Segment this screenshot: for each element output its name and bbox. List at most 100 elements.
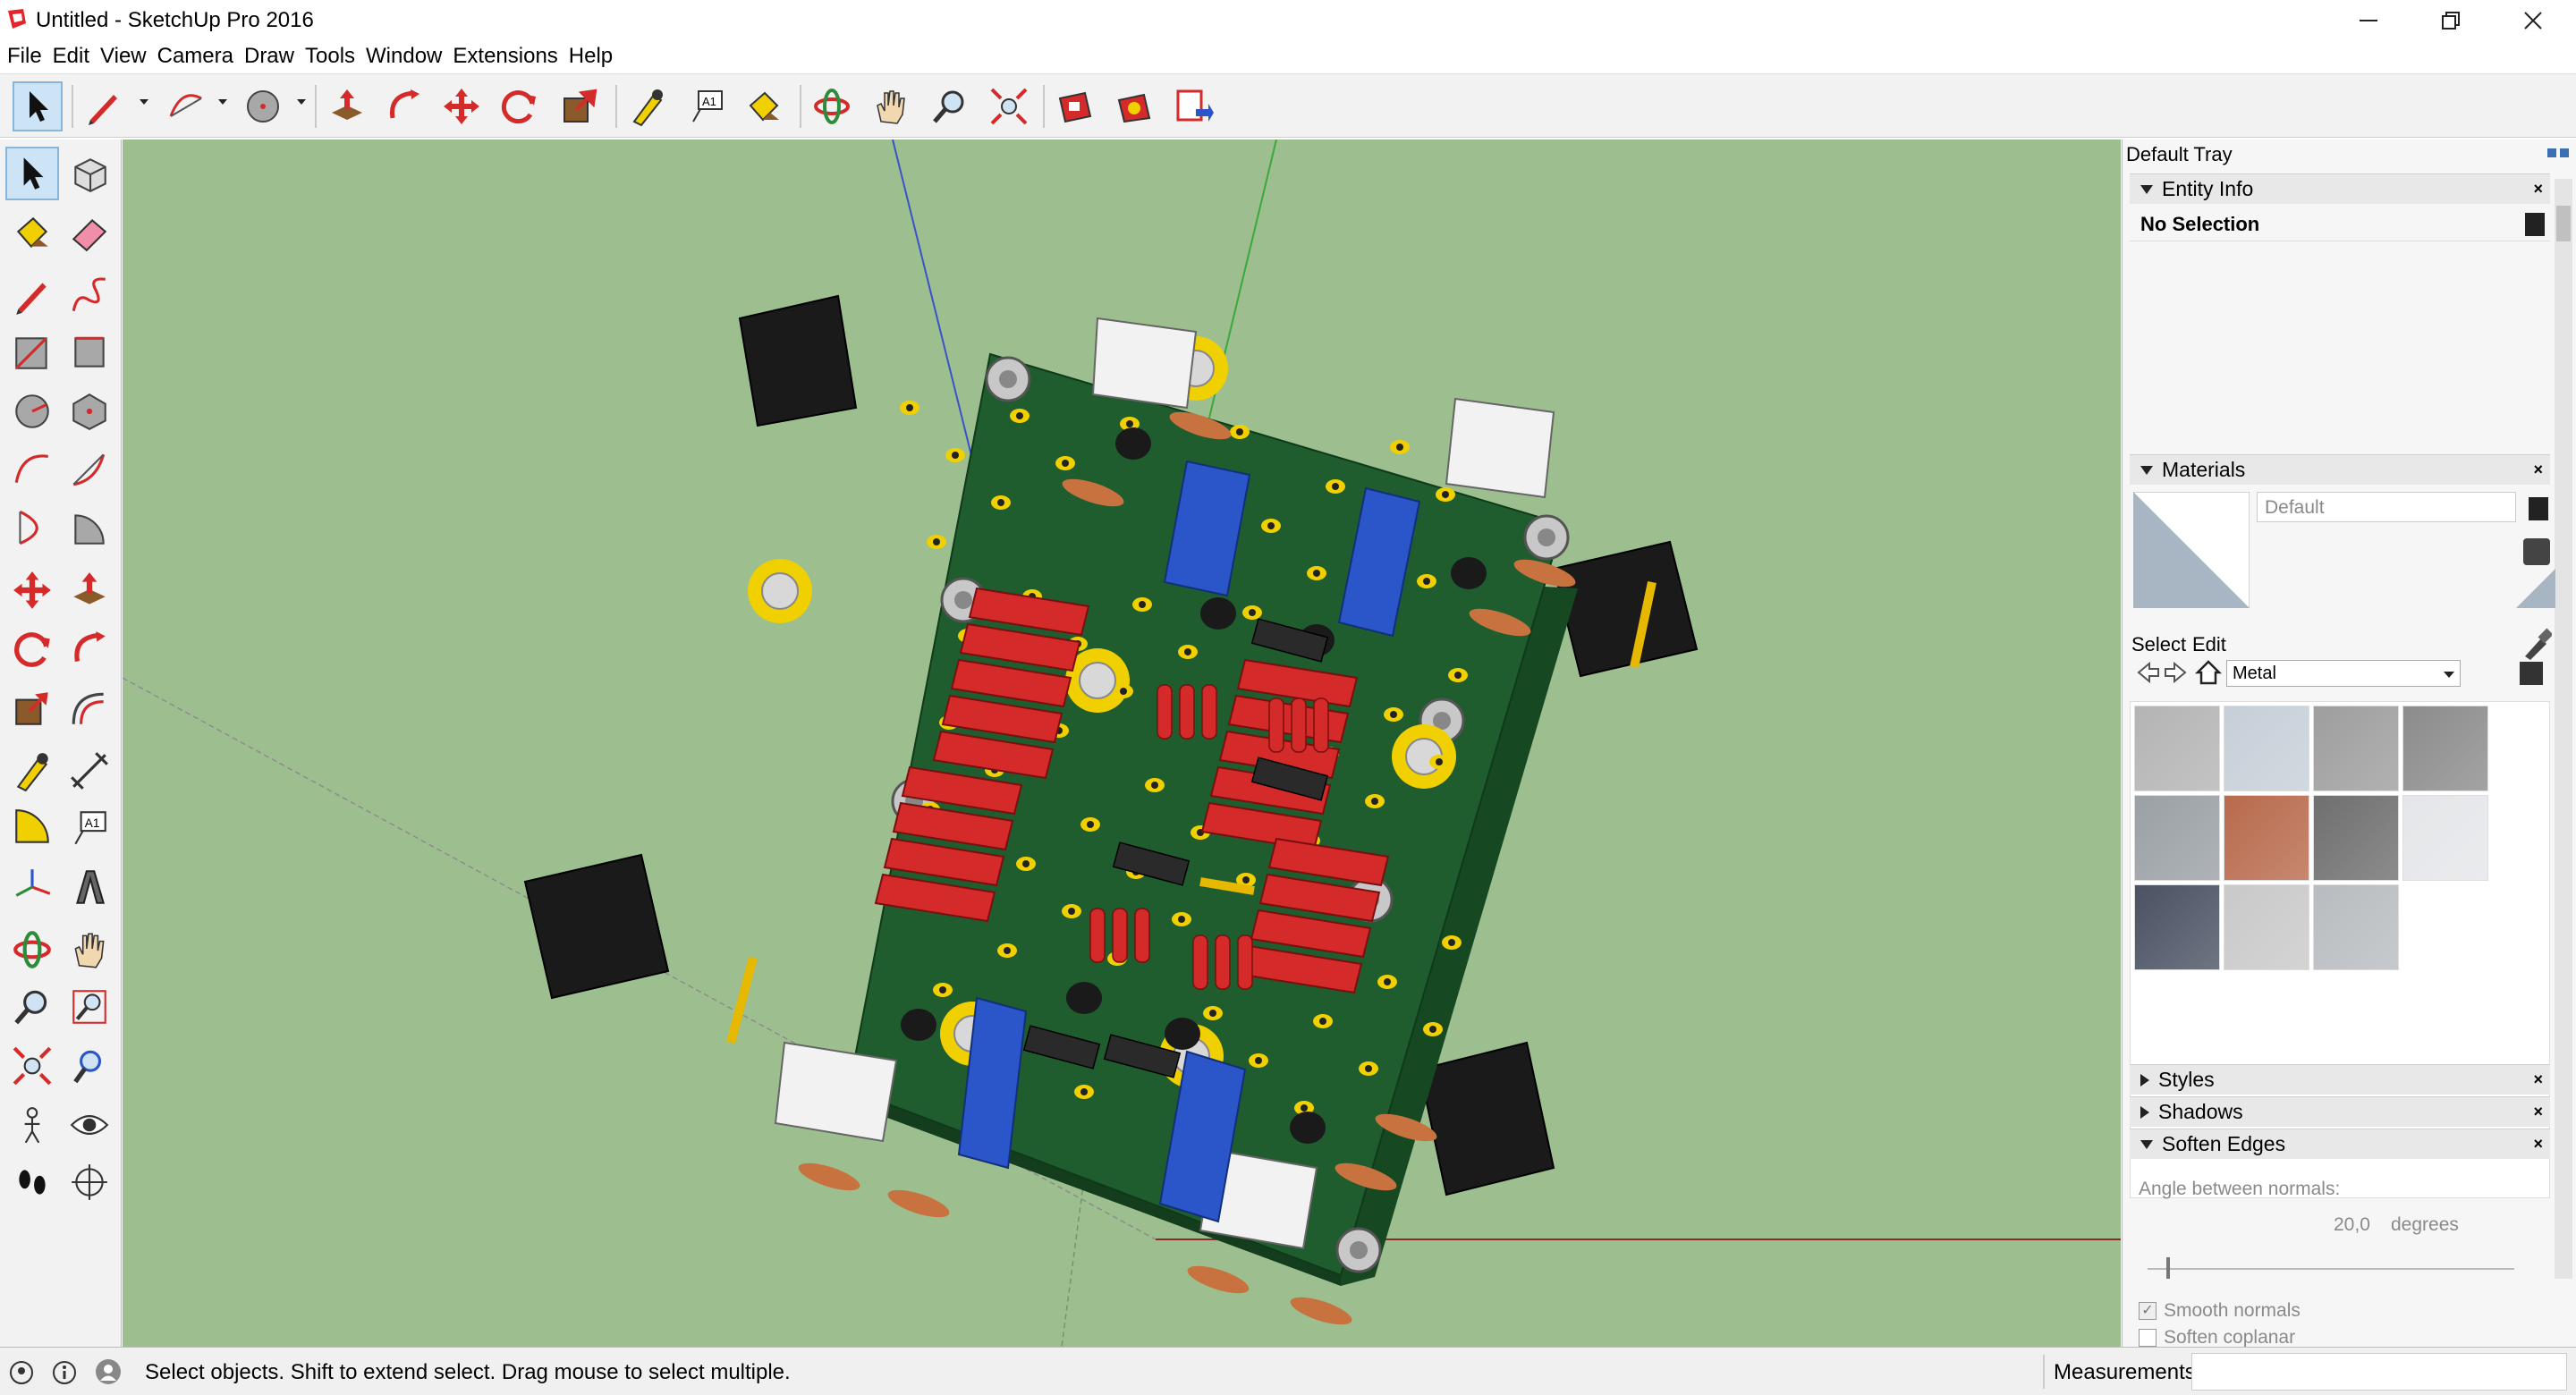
menu-help[interactable]: Help	[565, 44, 620, 69]
menu-view[interactable]: View	[97, 44, 154, 69]
material-name-field[interactable]: Default	[2257, 492, 2516, 522]
dimension-button[interactable]	[63, 744, 116, 798]
scale-tool-button[interactable]	[555, 81, 605, 131]
entity-details-icon[interactable]	[2525, 213, 2545, 236]
axes-button[interactable]	[5, 860, 59, 914]
two-point-arc-button[interactable]	[63, 442, 116, 495]
soften-coplanar-checkbox[interactable]	[2139, 1329, 2157, 1347]
material-swatch[interactable]	[2313, 884, 2399, 970]
text-side-button[interactable]: A1	[63, 801, 116, 855]
material-swatch[interactable]	[2402, 706, 2488, 791]
restore-button[interactable]	[2410, 0, 2492, 41]
pie-button[interactable]	[63, 501, 116, 554]
material-swatch[interactable]	[2224, 795, 2309, 881]
close-panel-icon[interactable]: ×	[2533, 1070, 2543, 1089]
paint-bucket-side-button[interactable]	[5, 206, 59, 259]
rotate-tool-button[interactable]	[494, 81, 544, 131]
pan-button[interactable]	[866, 81, 916, 131]
rotate-side-button[interactable]	[5, 622, 59, 676]
zoom-extents-side-button[interactable]	[5, 1039, 59, 1093]
3d-warehouse-button[interactable]	[1050, 81, 1100, 131]
line-tool-button[interactable]	[79, 81, 129, 131]
polygon-button[interactable]	[63, 385, 116, 438]
material-swatch[interactable]	[2134, 884, 2220, 970]
orbit-side-button[interactable]	[5, 923, 59, 976]
push-pull-side-button[interactable]	[63, 563, 116, 617]
paint-bucket-button[interactable]	[739, 81, 789, 131]
material-swatch[interactable]	[2402, 795, 2488, 881]
back-arrow-icon[interactable]	[2135, 660, 2160, 685]
orbit-button[interactable]	[807, 81, 857, 131]
material-swatch[interactable]	[2134, 795, 2220, 881]
default-material-icon[interactable]	[2523, 538, 2550, 565]
material-swatch[interactable]	[2224, 706, 2309, 791]
info-icon[interactable]	[52, 1360, 77, 1385]
entity-info-header[interactable]: Entity Info ×	[2130, 173, 2550, 204]
zoom-extents-button[interactable]	[984, 81, 1034, 131]
menu-tools[interactable]: Tools	[301, 44, 362, 69]
tape-measure-button[interactable]	[623, 81, 673, 131]
pcb-model-scene[interactable]	[123, 140, 2121, 1347]
home-icon[interactable]	[2194, 658, 2223, 687]
menu-window[interactable]: Window	[362, 44, 449, 69]
look-around-button[interactable]	[63, 1098, 116, 1152]
select-tab[interactable]: Select	[2131, 633, 2186, 656]
menu-edit[interactable]: Edit	[49, 44, 97, 69]
close-panel-icon[interactable]: ×	[2533, 1103, 2543, 1121]
make-component-button[interactable]	[63, 147, 116, 200]
3d-text-button[interactable]	[63, 860, 116, 914]
material-library-select[interactable]: Metal	[2226, 660, 2461, 687]
extension-warehouse-button[interactable]	[1109, 81, 1159, 131]
select-tool-button[interactable]	[13, 81, 63, 131]
tape-measure-side-button[interactable]	[5, 744, 59, 798]
forward-arrow-icon[interactable]	[2164, 660, 2189, 685]
close-panel-icon[interactable]: ×	[2533, 1135, 2543, 1154]
scale-side-button[interactable]	[5, 681, 59, 735]
send-to-layout-button[interactable]	[1168, 81, 1218, 131]
three-point-arc-button[interactable]	[5, 501, 59, 554]
follow-me-side-button[interactable]	[63, 622, 116, 676]
line-side-button[interactable]	[5, 268, 59, 322]
details-menu-icon[interactable]	[2520, 662, 2543, 685]
text-tool-button[interactable]: A1	[682, 81, 732, 131]
menu-extensions[interactable]: Extensions	[449, 44, 564, 69]
smooth-normals-checkbox[interactable]: ✓	[2139, 1302, 2157, 1320]
rotated-rectangle-button[interactable]	[63, 326, 116, 379]
edit-tab[interactable]: Edit	[2192, 633, 2226, 656]
shadows-header[interactable]: Shadows ×	[2130, 1096, 2550, 1127]
move-tool-button[interactable]	[436, 81, 487, 131]
tray-autohide-icon[interactable]	[2547, 148, 2556, 157]
close-panel-icon[interactable]: ×	[2533, 461, 2543, 479]
user-account-icon[interactable]	[95, 1358, 122, 1385]
measurements-input[interactable]	[2191, 1353, 2567, 1391]
materials-header[interactable]: Materials ×	[2130, 454, 2550, 485]
shape-tool-button[interactable]	[238, 81, 288, 131]
follow-me-button[interactable]	[379, 81, 429, 131]
sample-paint-icon[interactable]	[2520, 628, 2552, 660]
offset-button[interactable]	[63, 681, 116, 735]
circle-button[interactable]	[5, 385, 59, 438]
menu-camera[interactable]: Camera	[154, 44, 241, 69]
zoom-window-button[interactable]	[63, 980, 116, 1034]
material-swatch[interactable]	[2134, 706, 2220, 791]
material-swatch[interactable]	[2224, 884, 2309, 970]
angle-slider-track[interactable]	[2148, 1268, 2514, 1270]
create-material-icon[interactable]	[2529, 497, 2548, 520]
menu-draw[interactable]: Draw	[241, 44, 301, 69]
freehand-button[interactable]	[63, 268, 116, 322]
walk-button[interactable]	[5, 1155, 59, 1209]
minimize-button[interactable]	[2327, 0, 2410, 41]
geo-location-icon[interactable]	[9, 1360, 34, 1385]
protractor-button[interactable]	[5, 801, 59, 855]
tray-pin-icon[interactable]	[2560, 148, 2569, 157]
select-tool-side-button[interactable]	[5, 147, 59, 200]
move-side-button[interactable]	[5, 563, 59, 617]
angle-slider-thumb[interactable]	[2165, 1257, 2170, 1279]
close-button[interactable]	[2492, 0, 2574, 41]
push-pull-button[interactable]	[322, 81, 372, 131]
zoom-button[interactable]	[925, 81, 975, 131]
menu-file[interactable]: File	[4, 44, 49, 69]
eraser-button[interactable]	[63, 206, 116, 259]
styles-header[interactable]: Styles ×	[2130, 1064, 2550, 1095]
soften-edges-header[interactable]: Soften Edges ×	[2130, 1129, 2550, 1159]
